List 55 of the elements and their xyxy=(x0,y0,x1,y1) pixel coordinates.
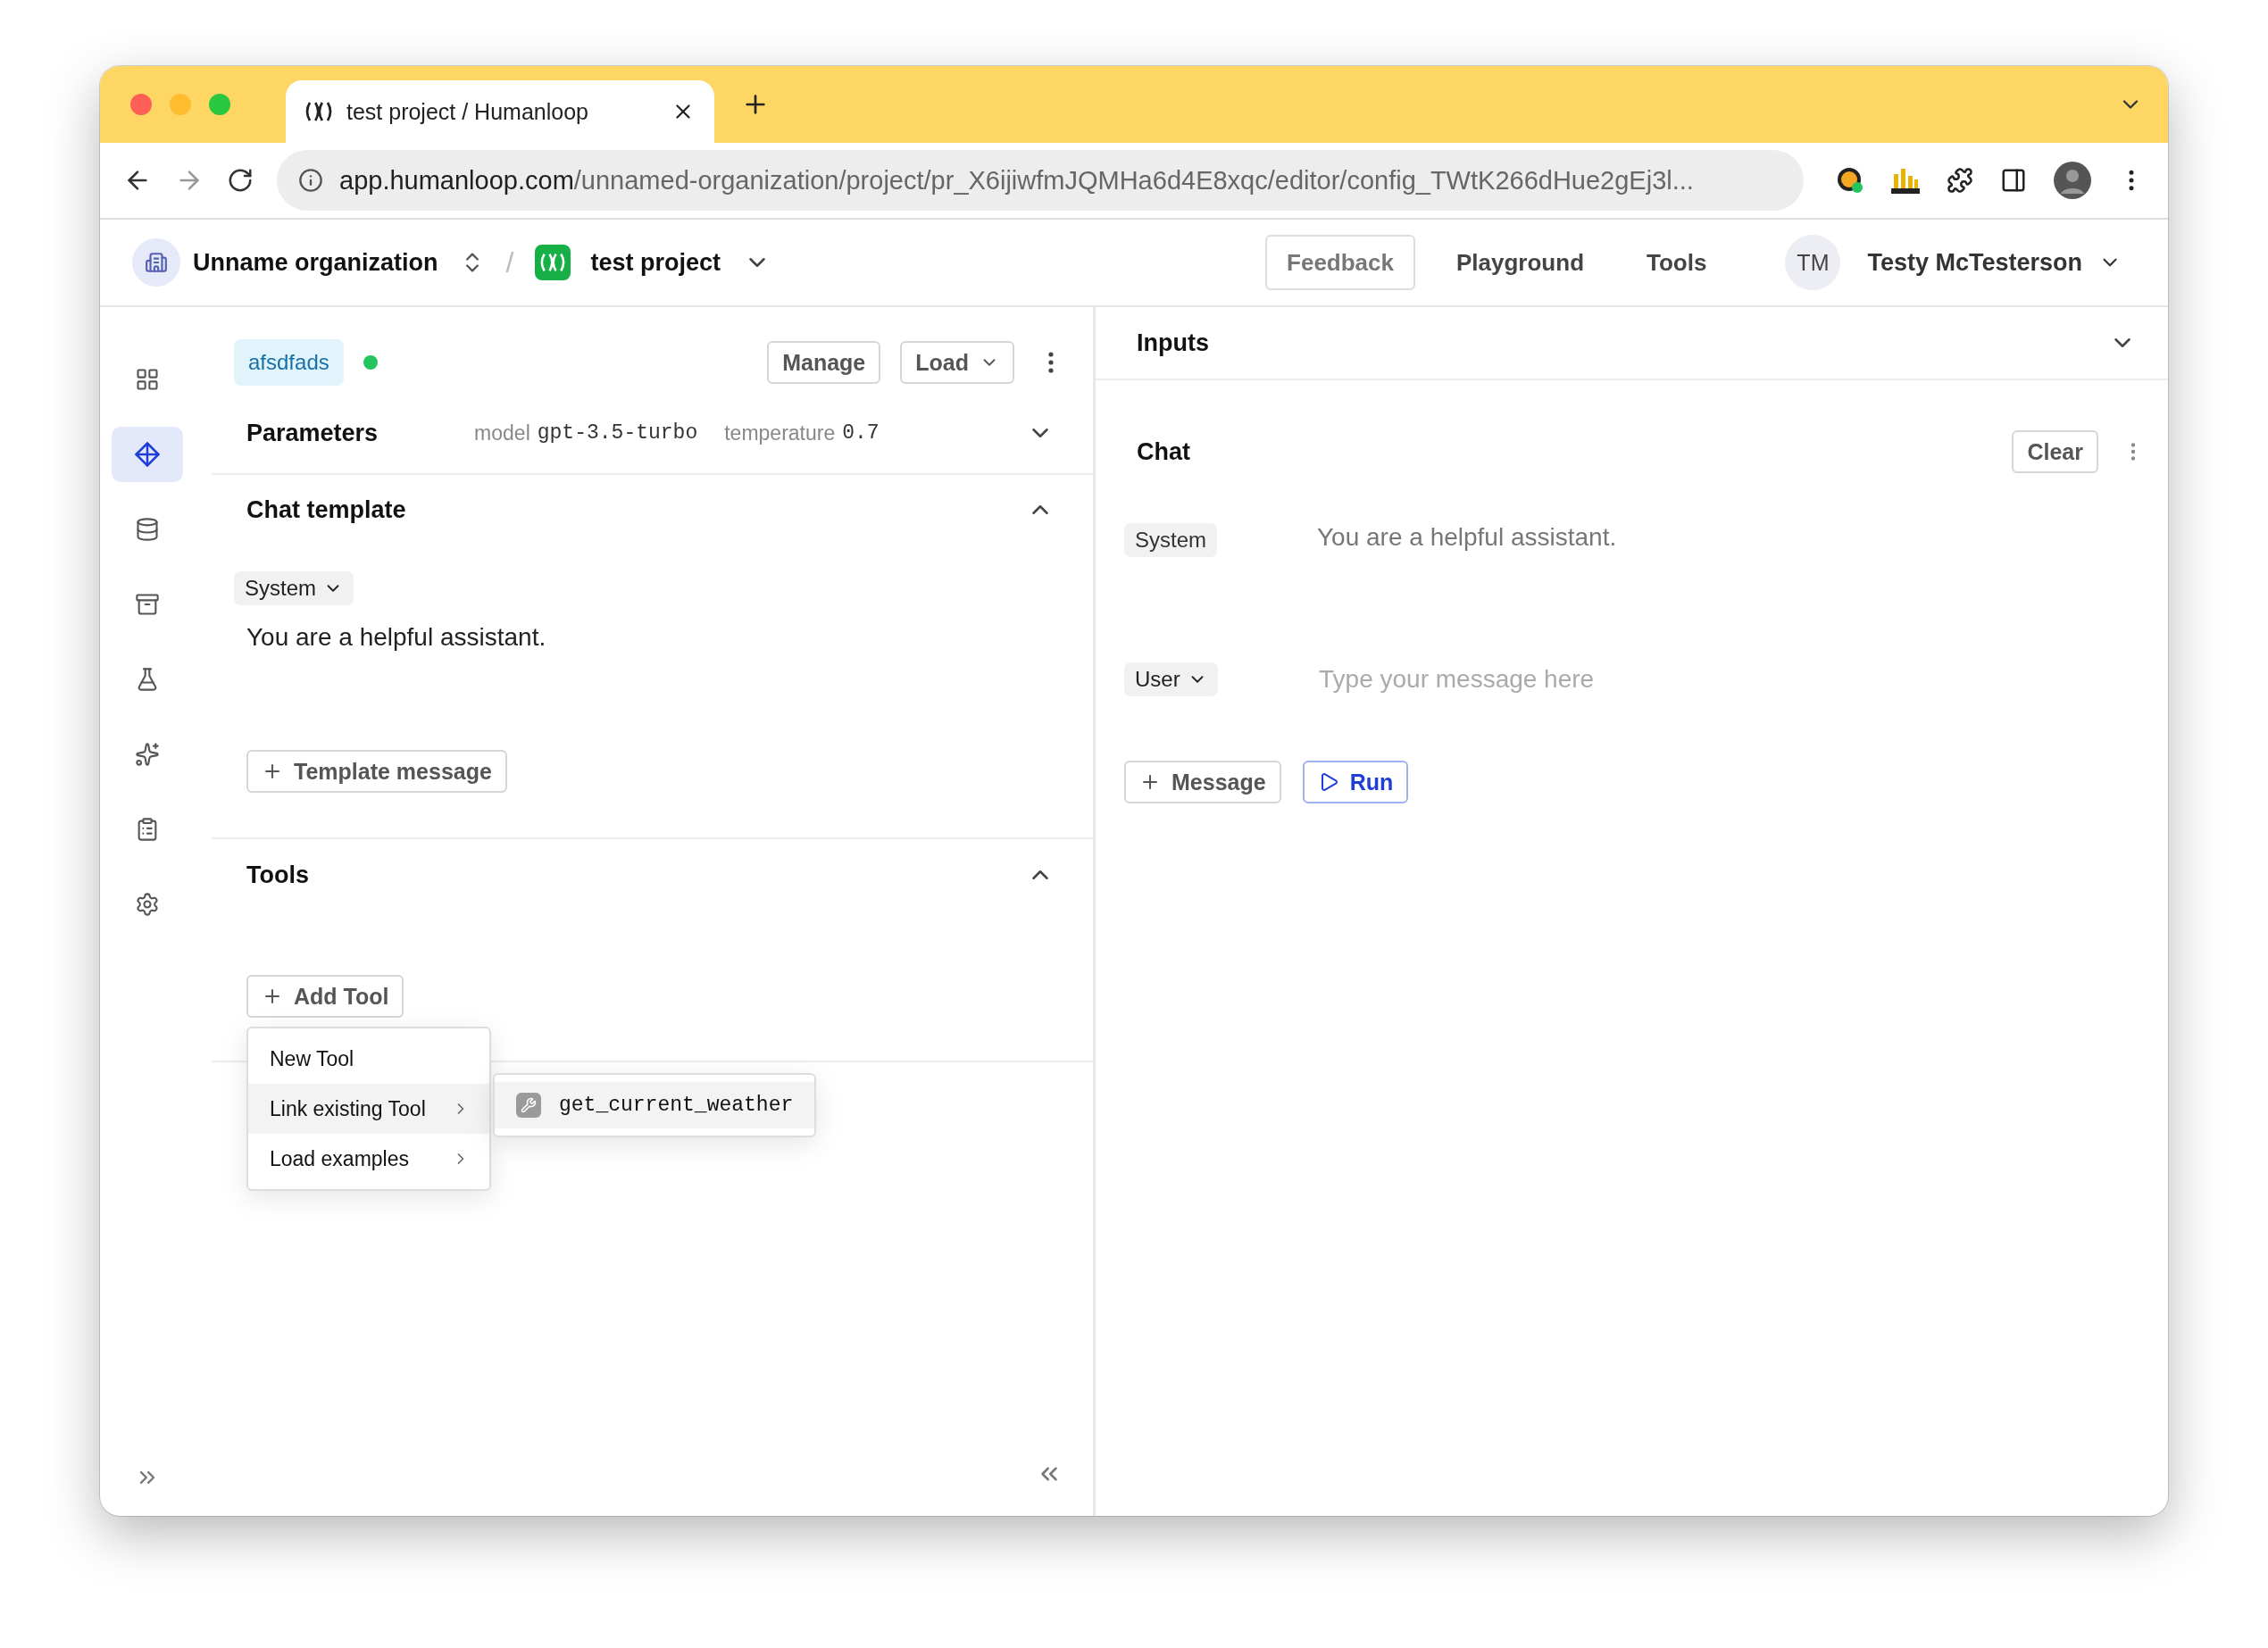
section-title: Parameters xyxy=(246,419,379,447)
site-info-icon[interactable] xyxy=(298,168,323,193)
breadcrumb-separator: / xyxy=(505,246,514,279)
address-bar[interactable]: app.humanloop.com/unnamed-organization/project/pr_X6ijiwfmJQMHa6d4E8xqc/editor/config_TWtK266dHue2gEj3l... xyxy=(277,150,1804,211)
browser-tab[interactable]: test project / Humanloop xyxy=(286,80,714,143)
menu-item[interactable]: get_current_weather xyxy=(495,1082,815,1128)
archive-icon xyxy=(134,592,160,617)
run-button[interactable]: Run xyxy=(1302,761,1409,803)
extensions-icon[interactable] xyxy=(1947,167,1973,194)
project-name[interactable]: test project xyxy=(590,248,721,277)
message-input[interactable]: Type your message here xyxy=(1317,664,1942,695)
reload-icon[interactable] xyxy=(227,167,254,194)
grid-icon xyxy=(134,367,160,392)
message-text[interactable]: You are a helpful assistant. xyxy=(1317,523,1617,552)
parameter-value: gpt-3.5-turbo xyxy=(537,421,698,445)
role-label: System xyxy=(1124,523,1217,557)
user-menu-button[interactable]: Testy McTesterson xyxy=(1853,248,2136,277)
sparkles-icon xyxy=(134,742,160,767)
organization-name[interactable]: Unname organization xyxy=(193,248,438,277)
sidebar-item[interactable] xyxy=(111,427,183,482)
version-tag[interactable]: afsdfads xyxy=(234,339,344,386)
parameter-label: temperature xyxy=(724,420,836,445)
menu-item[interactable]: Load examples xyxy=(248,1134,489,1184)
database-icon xyxy=(134,517,160,542)
url-text: app.humanloop.com/unnamed-organization/project/pr_X6ijiwfmJQMHa6d4E8xqc/editor/config_TWtK266dHue2gEj3l... xyxy=(339,165,1694,196)
add-tool-button[interactable]: Add Tool xyxy=(246,975,404,1018)
menu-item[interactable]: New Tool xyxy=(248,1034,489,1084)
section-title: Inputs xyxy=(1137,329,1209,357)
diamond-icon xyxy=(133,441,161,468)
role-dropdown[interactable]: User xyxy=(1124,662,1218,696)
toolbar-button[interactable]: Manage xyxy=(767,341,881,384)
extension-icon[interactable] xyxy=(1836,166,1864,195)
more-icon xyxy=(2130,443,2136,461)
parameter-value: 0.7 xyxy=(842,421,880,445)
message-text[interactable]: You are a helpful assistant. xyxy=(246,623,546,652)
tab-title: test project / Humanloop xyxy=(346,98,589,125)
clear-button[interactable]: Clear xyxy=(2012,430,2098,473)
building-icon xyxy=(145,251,168,274)
section-title: Tools xyxy=(246,861,309,889)
side-panel-icon[interactable] xyxy=(2000,167,2027,194)
add-template-message-button[interactable]: Template message xyxy=(246,750,507,793)
parameter-label: model xyxy=(474,420,530,445)
settings-icon xyxy=(134,892,160,917)
nav-button[interactable]: Feedback xyxy=(1265,235,1415,290)
bar-chart-icon[interactable] xyxy=(1891,167,1920,194)
user-avatar[interactable]: TM xyxy=(1785,235,1841,290)
role-dropdown[interactable]: System xyxy=(234,571,354,605)
add-message-button[interactable]: Message xyxy=(1124,761,1281,803)
section-title: Chat xyxy=(1137,437,1190,466)
menu-item[interactable]: Link existing Tool xyxy=(248,1084,489,1134)
profile-avatar-icon[interactable] xyxy=(2054,162,2091,199)
more-icon xyxy=(1048,352,1054,373)
wrench-icon xyxy=(516,1093,541,1118)
toolbar-button[interactable]: Load xyxy=(900,341,1014,384)
section-title: Chat template xyxy=(246,495,406,524)
